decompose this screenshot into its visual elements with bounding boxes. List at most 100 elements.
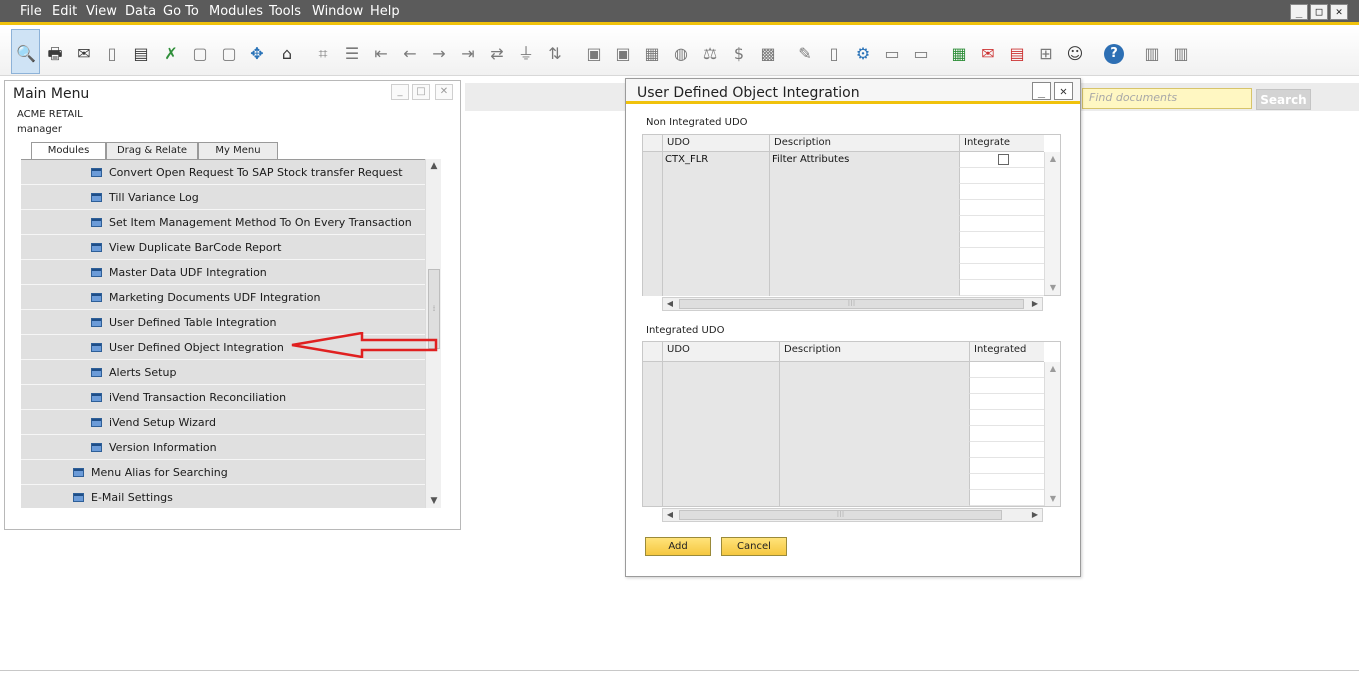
menu-item-master-data-udf[interactable]: Master Data UDF Integration <box>21 260 425 285</box>
menu-item-alerts-setup[interactable]: Alerts Setup <box>21 360 425 385</box>
row-header-cell[interactable] <box>643 394 662 410</box>
dialog-minimize-button[interactable]: _ <box>1032 82 1051 100</box>
sms-icon[interactable]: ▯ <box>101 43 123 65</box>
table-row[interactable] <box>643 248 1044 264</box>
column-header-description[interactable]: Description <box>769 135 959 152</box>
next-record-icon[interactable]: → <box>428 43 450 65</box>
row-header-cell[interactable] <box>643 152 662 168</box>
scroll-left-icon[interactable]: ◀ <box>663 509 677 521</box>
refresh-icon[interactable]: ⇄ <box>486 43 508 65</box>
server2-icon[interactable]: ▥ <box>1170 43 1192 65</box>
find-icon[interactable]: ⌗ <box>312 43 334 65</box>
table-row[interactable] <box>643 394 1044 410</box>
app-close-button[interactable]: ✕ <box>1330 4 1348 20</box>
row-header-cell[interactable] <box>643 248 662 264</box>
preview-icon[interactable]: 🔍 <box>15 43 37 65</box>
base-document-icon[interactable]: ▣ <box>583 43 605 65</box>
volume-weight-icon[interactable]: ⚖ <box>699 43 721 65</box>
row-header-cell[interactable] <box>643 216 662 232</box>
dialog-close-button[interactable]: ✕ <box>1054 82 1073 100</box>
word-icon[interactable]: ▢ <box>189 43 211 65</box>
column-header-udo[interactable]: UDO <box>662 342 779 362</box>
fax-icon[interactable]: ▤ <box>130 43 152 65</box>
menu-item-convert-open-request[interactable]: Convert Open Request To SAP Stock transf… <box>21 160 425 185</box>
previous-record-icon[interactable]: ← <box>399 43 421 65</box>
grid-vertical-scrollbar[interactable]: ▲ ▼ <box>1044 152 1060 295</box>
scroll-down-icon[interactable]: ▼ <box>1045 281 1061 295</box>
messages-icon[interactable]: ▭ <box>881 43 903 65</box>
currency-icon[interactable]: $ <box>728 43 750 65</box>
row-header-cell[interactable] <box>643 362 662 378</box>
table-row[interactable] <box>643 216 1044 232</box>
row-header-cell[interactable] <box>643 264 662 280</box>
menu-modules[interactable]: Modules <box>209 4 263 19</box>
table-row[interactable] <box>643 168 1044 184</box>
row-header-cell[interactable] <box>643 442 662 458</box>
menu-item-till-variance-log[interactable]: Till Variance Log <box>21 185 425 210</box>
table-row[interactable] <box>643 280 1044 296</box>
app-minimize-button[interactable]: _ <box>1290 4 1308 20</box>
row-header-cell[interactable] <box>643 280 662 296</box>
new-doc-icon[interactable]: ▯ <box>823 43 845 65</box>
calendar-icon[interactable]: ▦ <box>948 43 970 65</box>
row-header-cell[interactable] <box>643 168 662 184</box>
table-row[interactable] <box>643 362 1044 378</box>
org-chart-icon[interactable]: ⊞ <box>1035 43 1057 65</box>
scroll-right-icon[interactable]: ▶ <box>1028 298 1042 310</box>
table-row[interactable] <box>643 200 1044 216</box>
menu-item-menu-alias[interactable]: Menu Alias for Searching <box>21 460 425 485</box>
menu-item-set-item-management[interactable]: Set Item Management Method To On Every T… <box>21 210 425 235</box>
row-header-cell[interactable] <box>643 458 662 474</box>
scroll-right-icon[interactable]: ▶ <box>1028 509 1042 521</box>
table-row[interactable] <box>643 264 1044 280</box>
menu-item-marketing-udf[interactable]: Marketing Documents UDF Integration <box>21 285 425 310</box>
excel-icon[interactable]: ✗ <box>160 43 182 65</box>
menu-window[interactable]: Window <box>312 4 363 19</box>
alerts-icon[interactable]: ▭ <box>910 43 932 65</box>
user-icon[interactable]: ☺ <box>1064 43 1086 65</box>
table-row[interactable] <box>643 474 1044 490</box>
table-row[interactable] <box>643 490 1044 506</box>
column-header-udo[interactable]: UDO <box>662 135 769 152</box>
journal-icon[interactable]: ▩ <box>757 43 779 65</box>
table-row[interactable] <box>643 232 1044 248</box>
menu-edit[interactable]: Edit <box>52 4 77 19</box>
launch-icon[interactable]: ✥ <box>246 43 268 65</box>
table-row[interactable] <box>643 378 1044 394</box>
add-icon[interactable]: ☰ <box>341 43 363 65</box>
scroll-up-icon[interactable]: ▲ <box>426 159 442 173</box>
target-document-icon[interactable]: ▣ <box>612 43 634 65</box>
cancel-button[interactable]: Cancel <box>721 537 787 556</box>
main-menu-minimize-button[interactable]: _ <box>391 84 409 100</box>
reports-icon[interactable]: ▤ <box>1006 43 1028 65</box>
menu-item-duplicate-barcode[interactable]: View Duplicate BarCode Report <box>21 235 425 260</box>
tab-drag-relate[interactable]: Drag & Relate <box>106 142 198 159</box>
table-row[interactable]: CTX_FLR Filter Attributes <box>643 152 1044 168</box>
print-icon[interactable]: 🖶 <box>44 43 66 65</box>
cancel-icon[interactable]: ✉ <box>977 43 999 65</box>
settings-icon[interactable]: ⚙ <box>852 43 874 65</box>
edit-icon[interactable]: ✎ <box>794 43 816 65</box>
help-icon[interactable]: ? <box>1104 44 1124 64</box>
scroll-thumb[interactable]: ⁝⁝⁝ <box>679 299 1024 309</box>
column-header-integrate[interactable]: Integrate <box>959 135 1044 152</box>
menu-data[interactable]: Data <box>125 4 156 19</box>
table-row[interactable] <box>643 184 1044 200</box>
search-button[interactable]: Search <box>1256 89 1311 110</box>
email-icon[interactable]: ✉ <box>73 43 95 65</box>
row-header-cell[interactable] <box>643 184 662 200</box>
menu-item-version-information[interactable]: Version Information <box>21 435 425 460</box>
grid-horizontal-scrollbar[interactable]: ◀ ⁝⁝⁝ ▶ <box>662 297 1043 311</box>
gross-profit-icon[interactable]: ▦ <box>641 43 663 65</box>
add-button[interactable]: Add <box>645 537 711 556</box>
scroll-down-icon[interactable]: ▼ <box>426 494 442 508</box>
pdf-icon[interactable]: ▢ <box>218 43 240 65</box>
menu-view[interactable]: View <box>86 4 117 19</box>
table-row[interactable] <box>643 442 1044 458</box>
scroll-thumb[interactable]: ⁝⁝⁝ <box>679 510 1002 520</box>
tab-modules[interactable]: Modules <box>31 142 106 160</box>
row-header-cell[interactable] <box>643 232 662 248</box>
row-header-cell[interactable] <box>643 426 662 442</box>
payment-icon[interactable]: ◍ <box>670 43 692 65</box>
table-row[interactable] <box>643 426 1044 442</box>
